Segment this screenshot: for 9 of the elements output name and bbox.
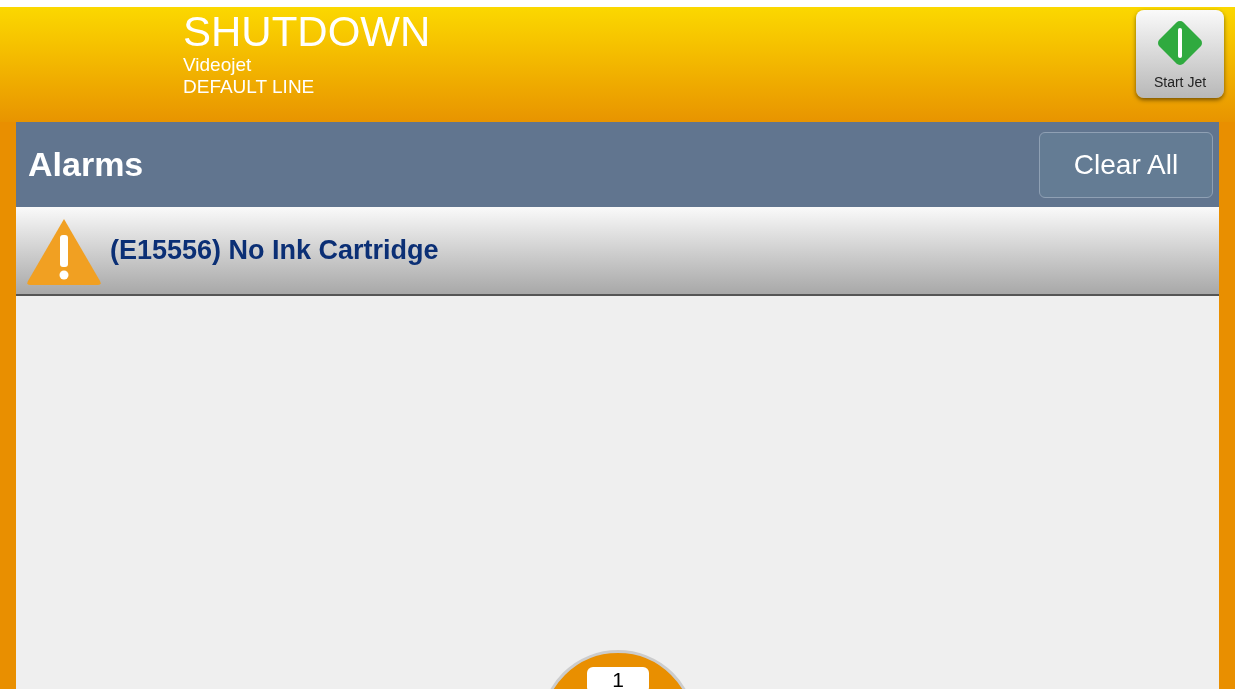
alarms-title: Alarms [28, 144, 144, 185]
printer-name: Videojet [183, 54, 253, 76]
line-name: DEFAULT LINE [183, 76, 316, 98]
alarm-text: (E15556) No Ink Cartridge [110, 234, 439, 268]
page-number: 1 [587, 667, 649, 689]
start-jet-button[interactable]: Start Jet [1136, 10, 1224, 98]
alarm-row[interactable]: (E15556) No Ink Cartridge [16, 207, 1219, 296]
clear-all-button[interactable]: Clear All [1039, 131, 1213, 198]
status-title: SHUTDOWN [183, 10, 431, 54]
